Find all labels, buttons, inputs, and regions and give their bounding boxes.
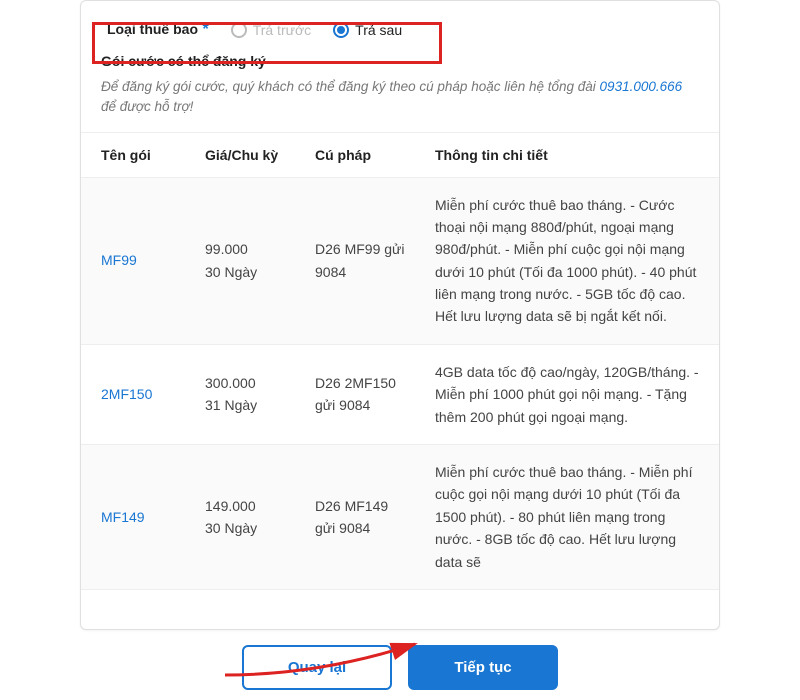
radio-prepaid[interactable]: Trả trước [231, 22, 311, 38]
package-link[interactable]: MF99 [101, 252, 137, 268]
cell-detail: Miễn phí cước thuê bao tháng. - Cước tho… [421, 177, 719, 344]
table-row: 2MF150 300.00031 Ngày D26 2MF150 gửi 908… [81, 344, 719, 444]
table-header-row: Tên gói Giá/Chu kỳ Cú pháp Thông tin chi… [81, 132, 719, 177]
packages-title: Gói cước có thể đăng ký [81, 53, 719, 77]
continue-button[interactable]: Tiếp tục [408, 645, 558, 690]
subscriber-type-label: Loại thuê bao * [107, 21, 209, 39]
col-syntax: Cú pháp [301, 132, 421, 177]
footer-buttons: Quay lại Tiếp tục [0, 635, 800, 690]
col-price: Giá/Chu kỳ [191, 132, 301, 177]
radio-circle-icon [333, 22, 349, 38]
package-link[interactable]: MF149 [101, 509, 145, 525]
table-row: MF99 99.00030 Ngày D26 MF99 gửi 9084 Miễ… [81, 177, 719, 344]
cell-detail: 4GB data tốc độ cao/ngày, 120GB/tháng. -… [421, 344, 719, 444]
table-row: MF149 149.00030 Ngày D26 MF149 gửi 9084 … [81, 445, 719, 590]
cell-syntax: D26 2MF150 gửi 9084 [301, 344, 421, 444]
radio-dot-icon [337, 26, 345, 34]
radio-circle-icon [231, 22, 247, 38]
radio-prepaid-label: Trả trước [253, 22, 311, 38]
packages-table: Tên gói Giá/Chu kỳ Cú pháp Thông tin chi… [81, 132, 719, 590]
package-link[interactable]: 2MF150 [101, 386, 152, 402]
form-card: Loại thuê bao * Trả trước Trả sau Gói cư… [80, 0, 720, 630]
cell-price: 300.00031 Ngày [191, 344, 301, 444]
cell-price: 99.00030 Ngày [191, 177, 301, 344]
packages-note: Để đăng ký gói cước, quý khách có thể đă… [81, 77, 719, 132]
cell-detail: Miễn phí cước thuê bao tháng. - Miễn phí… [421, 445, 719, 590]
radio-postpaid[interactable]: Trả sau [333, 22, 402, 38]
col-name: Tên gói [81, 132, 191, 177]
cell-syntax: D26 MF149 gửi 9084 [301, 445, 421, 590]
cell-price: 149.00030 Ngày [191, 445, 301, 590]
cell-syntax: D26 MF99 gửi 9084 [301, 177, 421, 344]
hotline-phone[interactable]: 0931.000.666 [600, 79, 683, 94]
radio-postpaid-label: Trả sau [355, 22, 402, 38]
subscriber-type-row: Loại thuê bao * Trả trước Trả sau [87, 11, 713, 53]
back-button[interactable]: Quay lại [242, 645, 392, 690]
col-detail: Thông tin chi tiết [421, 132, 719, 177]
